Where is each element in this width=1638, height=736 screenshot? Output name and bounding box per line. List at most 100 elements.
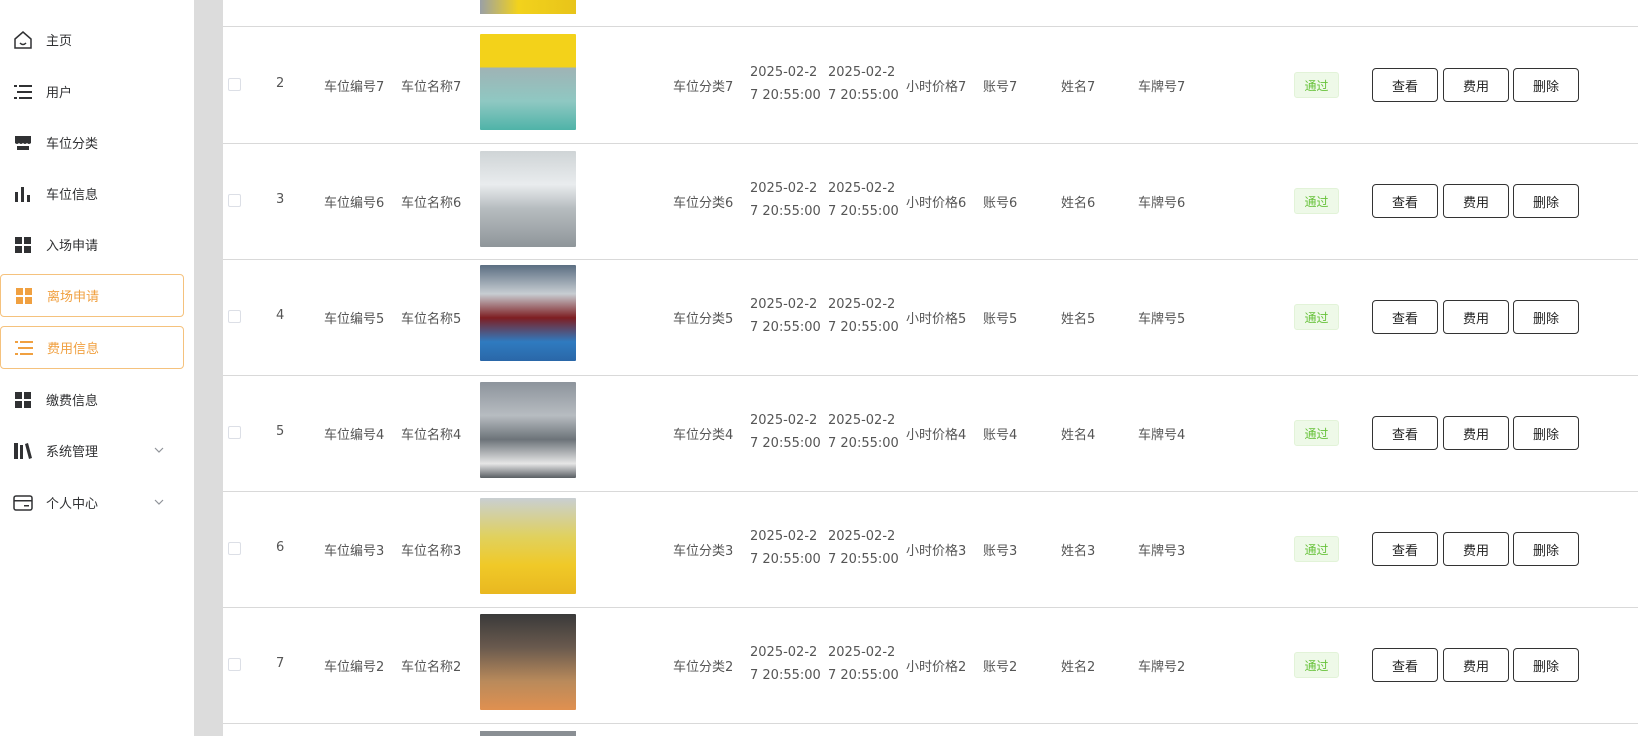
parking-spot-image[interactable] xyxy=(480,151,576,247)
hourly-price: 小时价格6 xyxy=(906,196,967,211)
chevron-down-icon xyxy=(154,442,164,457)
spot-category: 车位分类5 xyxy=(673,312,734,327)
delete-button[interactable]: 删除 xyxy=(1513,68,1579,102)
row-divider xyxy=(223,259,1638,260)
view-button[interactable]: 查看 xyxy=(1372,532,1438,566)
row-divider xyxy=(223,607,1638,608)
grid-icon xyxy=(12,234,34,256)
sidebar: 主页用户车位分类车位信息入场申请离场申请费用信息缴费信息系统管理个人中心 xyxy=(0,0,194,736)
sidebar-item[interactable]: 离场申请 xyxy=(0,274,184,317)
fee-button[interactable]: 费用 xyxy=(1443,648,1509,682)
fee-button[interactable]: 费用 xyxy=(1443,184,1509,218)
row-checkbox[interactable] xyxy=(228,78,241,91)
license-plate: 车牌号2 xyxy=(1138,660,1186,675)
sidebar-item[interactable]: 个人中心 xyxy=(0,481,184,524)
library-icon xyxy=(12,440,34,462)
spot-category: 车位分类7 xyxy=(673,80,734,95)
row-checkbox[interactable] xyxy=(228,426,241,439)
sidebar-item[interactable]: 主页 xyxy=(0,18,184,61)
delete-button[interactable]: 删除 xyxy=(1513,300,1579,334)
account: 账号2 xyxy=(983,660,1018,675)
license-plate: 车牌号7 xyxy=(1138,80,1186,95)
parking-spot-image[interactable] xyxy=(480,382,576,478)
view-button[interactable]: 查看 xyxy=(1372,300,1438,334)
start-time: 2025-02-27 20:55:00 xyxy=(750,645,821,683)
sidebar-item-label: 主页 xyxy=(46,34,73,49)
parking-spot-image[interactable] xyxy=(480,265,576,361)
account: 账号4 xyxy=(983,428,1018,443)
view-button[interactable]: 查看 xyxy=(1372,416,1438,450)
sidebar-item-label: 入场申请 xyxy=(46,239,99,254)
license-plate: 车牌号3 xyxy=(1138,544,1186,559)
card-icon xyxy=(12,492,34,514)
row-checkbox[interactable] xyxy=(228,658,241,671)
row-image-partial xyxy=(480,0,576,14)
fee-button[interactable]: 费用 xyxy=(1443,300,1509,334)
license-plate: 车牌号4 xyxy=(1138,428,1186,443)
sidebar-item[interactable]: 车位信息 xyxy=(0,172,184,215)
spot-name: 车位名称3 xyxy=(401,544,462,559)
grid-icon xyxy=(12,389,34,411)
license-plate: 车牌号5 xyxy=(1138,312,1186,327)
hourly-price: 小时价格4 xyxy=(906,428,967,443)
parking-spot-image[interactable] xyxy=(480,614,576,710)
spot-category: 车位分类6 xyxy=(673,196,734,211)
owner-name: 姓名7 xyxy=(1061,80,1096,95)
end-time: 2025-02-27 20:55:00 xyxy=(828,181,899,219)
hourly-price: 小时价格7 xyxy=(906,80,967,95)
status-badge: 通过 xyxy=(1294,188,1339,214)
sidebar-item-label: 个人中心 xyxy=(46,497,99,512)
view-button[interactable]: 查看 xyxy=(1372,648,1438,682)
fee-button[interactable]: 费用 xyxy=(1443,532,1509,566)
sidebar-item-label: 车位信息 xyxy=(46,188,99,203)
row-index: 7 xyxy=(276,656,285,671)
sidebar-item-label: 费用信息 xyxy=(47,342,100,357)
row-checkbox[interactable] xyxy=(228,194,241,207)
sidebar-item[interactable]: 用户 xyxy=(0,70,184,113)
account: 账号3 xyxy=(983,544,1018,559)
end-time: 2025-02-27 20:55:00 xyxy=(828,297,899,335)
view-button[interactable]: 查看 xyxy=(1372,184,1438,218)
end-time: 2025-02-27 20:55:00 xyxy=(828,529,899,567)
delete-button[interactable]: 删除 xyxy=(1513,416,1579,450)
store-icon xyxy=(12,132,34,154)
row-index: 4 xyxy=(276,308,285,323)
license-plate: 车牌号6 xyxy=(1138,196,1186,211)
sidebar-item[interactable]: 费用信息 xyxy=(0,326,184,369)
view-button[interactable]: 查看 xyxy=(1372,68,1438,102)
home-icon xyxy=(12,29,34,51)
sidebar-gutter xyxy=(194,0,223,736)
sidebar-item-label: 离场申请 xyxy=(47,290,100,305)
grid-icon xyxy=(13,285,35,307)
chevron-down-icon xyxy=(154,494,164,509)
account: 账号5 xyxy=(983,312,1018,327)
sidebar-item[interactable]: 入场申请 xyxy=(0,223,184,266)
parking-spot-image[interactable] xyxy=(480,498,576,594)
row-checkbox[interactable] xyxy=(228,310,241,323)
list-icon xyxy=(12,81,34,103)
delete-button[interactable]: 删除 xyxy=(1513,532,1579,566)
end-time: 2025-02-27 20:55:00 xyxy=(828,65,899,103)
start-time: 2025-02-27 20:55:00 xyxy=(750,297,821,335)
delete-button[interactable]: 删除 xyxy=(1513,648,1579,682)
delete-button[interactable]: 删除 xyxy=(1513,184,1579,218)
spot-name: 车位名称4 xyxy=(401,428,462,443)
row-index: 2 xyxy=(276,76,285,91)
row-index: 5 xyxy=(276,424,285,439)
parking-spot-image[interactable] xyxy=(480,34,576,130)
fee-button[interactable]: 费用 xyxy=(1443,68,1509,102)
owner-name: 姓名6 xyxy=(1061,196,1096,211)
spot-number: 车位编号4 xyxy=(324,428,385,443)
sidebar-item[interactable]: 车位分类 xyxy=(0,121,184,164)
row-divider xyxy=(223,723,1638,724)
row-checkbox[interactable] xyxy=(228,542,241,555)
spot-number: 车位编号5 xyxy=(324,312,385,327)
fee-button[interactable]: 费用 xyxy=(1443,416,1509,450)
row-divider xyxy=(223,26,1638,27)
sidebar-item[interactable]: 系统管理 xyxy=(0,429,184,472)
status-badge: 通过 xyxy=(1294,536,1339,562)
sidebar-item[interactable]: 缴费信息 xyxy=(0,378,184,421)
row-index: 3 xyxy=(276,192,285,207)
sidebar-item-label: 缴费信息 xyxy=(46,394,99,409)
spot-category: 车位分类4 xyxy=(673,428,734,443)
